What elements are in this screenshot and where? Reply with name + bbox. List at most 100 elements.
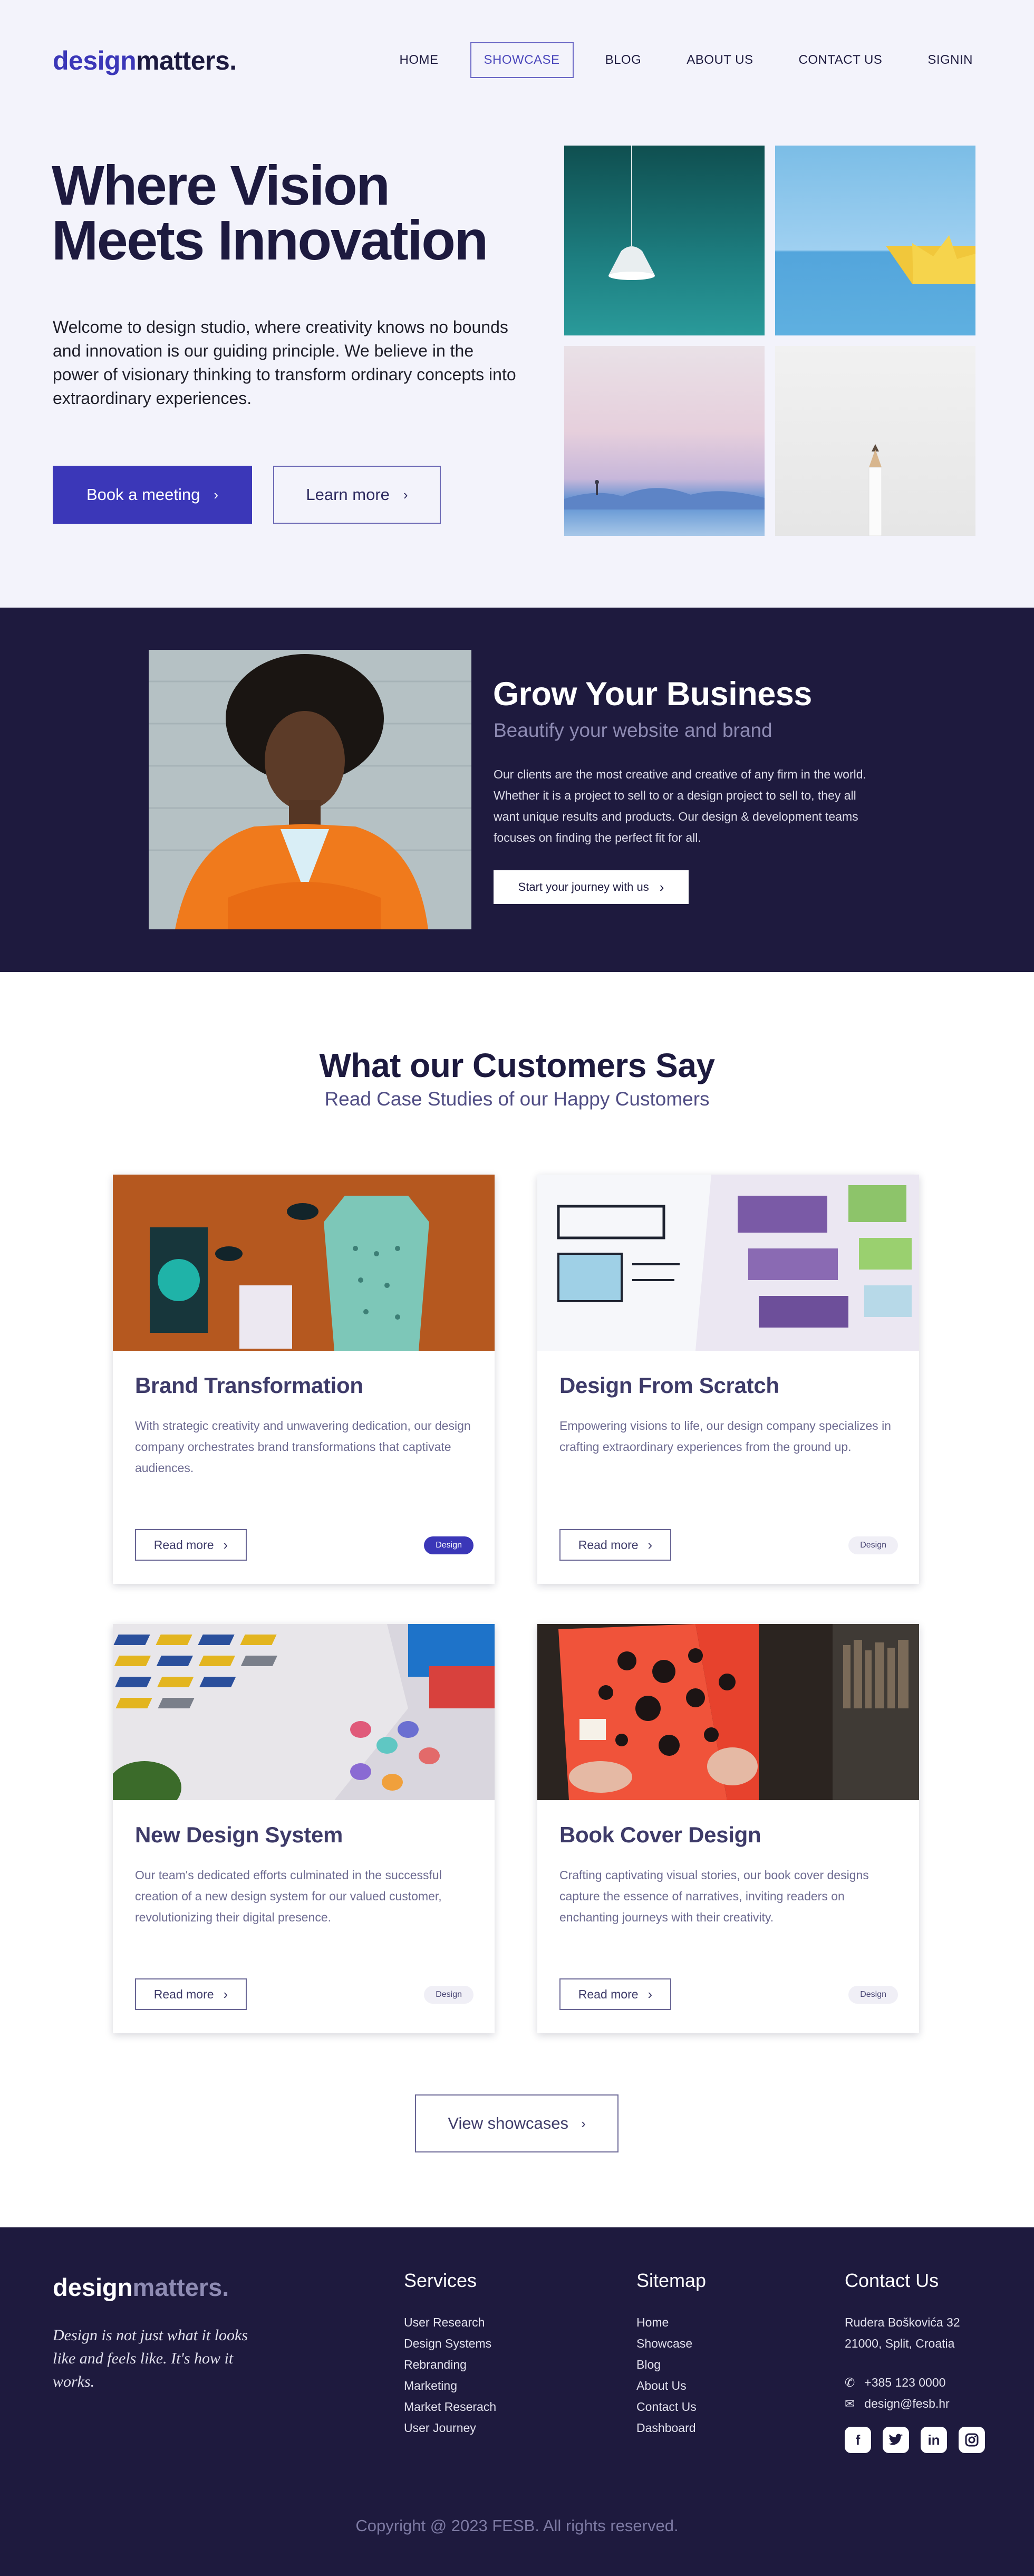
contact-heading: Contact Us xyxy=(845,2270,939,2291)
card-description: Empowering visions to life, our design c… xyxy=(559,1419,891,1454)
mail-icon: ✉ xyxy=(845,2397,855,2410)
services-link[interactable]: User Research xyxy=(404,2312,496,2333)
read-more-button[interactable]: Read more › xyxy=(559,1978,671,2010)
services-heading: Services xyxy=(404,2270,477,2291)
footer-tagline: Design is not just what it looks like an… xyxy=(53,2327,248,2390)
sitemap-link[interactable]: Dashboard xyxy=(636,2417,706,2438)
phone-icon: ✆ xyxy=(845,2376,855,2389)
chevron-right-icon: › xyxy=(214,486,219,503)
pencil-image xyxy=(775,346,975,536)
card-title: Brand Transformation xyxy=(135,1373,363,1398)
nav-contact-us[interactable]: CONTACT US xyxy=(785,42,896,78)
grow-subtitle: Beautify your website and brand xyxy=(494,719,772,741)
lamp-illustration xyxy=(608,146,655,280)
hero-title: Where Vision Meets Innovation xyxy=(52,155,488,272)
landscape-image xyxy=(564,346,765,536)
footer-logo[interactable]: designmatters. xyxy=(53,2273,229,2302)
nav-blog[interactable]: BLOG xyxy=(592,42,655,78)
copyright: Copyright @ 2023 FESB. All rights reserv… xyxy=(355,2516,679,2535)
new-design-system-image xyxy=(113,1624,495,1800)
hero-description: Welcome to design studio, where creativi… xyxy=(53,318,516,408)
case-study-card[interactable]: Design From Scratch Empowering visions t… xyxy=(537,1175,919,1584)
category-tag[interactable]: Design xyxy=(424,1986,473,2004)
sitemap-link[interactable]: Blog xyxy=(636,2354,706,2375)
case-study-card[interactable]: New Design System Our team's dedicated e… xyxy=(113,1624,495,2033)
sitemap-link[interactable]: About Us xyxy=(636,2375,706,2396)
email-line[interactable]: ✉ design@fesb.hr xyxy=(845,2393,985,2414)
portrait-illustration xyxy=(149,650,471,929)
services-link[interactable]: Rebranding xyxy=(404,2354,496,2375)
card-description: Crafting captivating visual stories, our… xyxy=(559,1868,869,1924)
case-study-card[interactable]: Brand Transformation With strategic crea… xyxy=(113,1175,495,1584)
chevron-right-icon: › xyxy=(581,2115,586,2131)
color-swatches-illustration xyxy=(113,1624,495,1800)
category-tag[interactable]: Design xyxy=(424,1536,473,1554)
nav-home[interactable]: HOME xyxy=(386,42,452,78)
footer-services: Services User Research Design Systems Re… xyxy=(404,2270,496,2438)
lamp-image xyxy=(564,146,765,335)
footer-contact: Contact Us Rudera Boškovića 32 21000, Sp… xyxy=(845,2270,985,2453)
twitter-icon[interactable] xyxy=(883,2427,909,2453)
paper-boat-image xyxy=(775,146,975,335)
nav-signin[interactable]: SIGNIN xyxy=(914,42,987,78)
paper-boat-illustration xyxy=(886,235,975,284)
customers-section: What our Customers Say Read Case Studies… xyxy=(0,972,1034,2227)
card-description: With strategic creativity and unwavering… xyxy=(135,1419,471,1475)
sitemap-link[interactable]: Home xyxy=(636,2312,706,2333)
wireframe-sketch-illustration xyxy=(537,1175,919,1351)
book-cover-image xyxy=(537,1624,919,1800)
instagram-icon[interactable] xyxy=(959,2427,985,2453)
book-meeting-button[interactable]: Book a meeting › xyxy=(53,466,252,524)
chevron-right-icon: › xyxy=(403,486,408,503)
grow-title: Grow Your Business xyxy=(493,676,812,713)
read-more-button[interactable]: Read more › xyxy=(559,1529,671,1561)
start-journey-button[interactable]: Start your journey with us › xyxy=(494,870,689,904)
card-title: New Design System xyxy=(135,1822,343,1847)
card-title: Design From Scratch xyxy=(559,1373,779,1398)
grow-description: Our clients are the most creative and cr… xyxy=(494,767,866,844)
services-link[interactable]: Market Reserach xyxy=(404,2396,496,2417)
view-showcases-button[interactable]: View showcases › xyxy=(415,2094,619,2152)
linkedin-icon[interactable]: in xyxy=(921,2427,947,2453)
read-more-button[interactable]: Read more › xyxy=(135,1529,247,1561)
footer: designmatters. Design is not just what i… xyxy=(0,2227,1034,2576)
landscape-illustration xyxy=(564,480,765,510)
sitemap-link[interactable]: Contact Us xyxy=(636,2396,706,2417)
design-from-scratch-image xyxy=(537,1175,919,1351)
services-link[interactable]: Design Systems xyxy=(404,2333,496,2354)
customers-subtitle: Read Case Studies of our Happy Customers xyxy=(324,1088,710,1110)
book-cover-illustration xyxy=(537,1624,919,1800)
services-link[interactable]: Marketing xyxy=(404,2375,496,2396)
portrait-image xyxy=(149,650,471,929)
social-links: f in xyxy=(845,2427,985,2453)
customers-title: What our Customers Say xyxy=(319,1046,715,1084)
learn-more-button[interactable]: Learn more › xyxy=(273,466,441,524)
case-study-card[interactable]: Book Cover Design Crafting captivating v… xyxy=(537,1624,919,2033)
nav-about-us[interactable]: ABOUT US xyxy=(673,42,767,78)
grow-business-section: Grow Your Business Beautify your website… xyxy=(0,608,1034,972)
logo[interactable]: designmatters. xyxy=(53,45,237,76)
chevron-right-icon: › xyxy=(648,1536,653,1553)
read-more-button[interactable]: Read more › xyxy=(135,1978,247,2010)
chevron-right-icon: › xyxy=(648,1986,653,2002)
nav-showcase[interactable]: SHOWCASE xyxy=(470,42,574,78)
pencil-illustration xyxy=(868,444,882,536)
sitemap-link[interactable]: Showcase xyxy=(636,2333,706,2354)
footer-sitemap: Sitemap Home Showcase Blog About Us Cont… xyxy=(636,2270,706,2438)
card-description: Our team's dedicated efforts culminated … xyxy=(135,1868,442,1924)
address: Rudera Boškovića 32 21000, Split, Croati… xyxy=(845,2315,960,2350)
services-link[interactable]: User Journey xyxy=(404,2417,496,2438)
card-title: Book Cover Design xyxy=(559,1822,761,1847)
chevron-right-icon: › xyxy=(223,1536,228,1553)
category-tag[interactable]: Design xyxy=(848,1986,898,2004)
brand-transformation-image xyxy=(113,1175,495,1351)
main-nav: HOME SHOWCASE BLOG ABOUT US CONTACT US S… xyxy=(386,42,987,78)
phone-line[interactable]: ✆ +385 123 0000 xyxy=(845,2372,985,2393)
category-tag[interactable]: Design xyxy=(848,1536,898,1554)
chevron-right-icon: › xyxy=(223,1986,228,2002)
sitemap-heading: Sitemap xyxy=(636,2270,707,2291)
brand-mockup-illustration xyxy=(113,1175,495,1351)
chevron-right-icon: › xyxy=(659,879,664,895)
hero-section: designmatters. HOME SHOWCASE BLOG ABOUT … xyxy=(0,0,1034,608)
facebook-icon[interactable]: f xyxy=(845,2427,871,2453)
